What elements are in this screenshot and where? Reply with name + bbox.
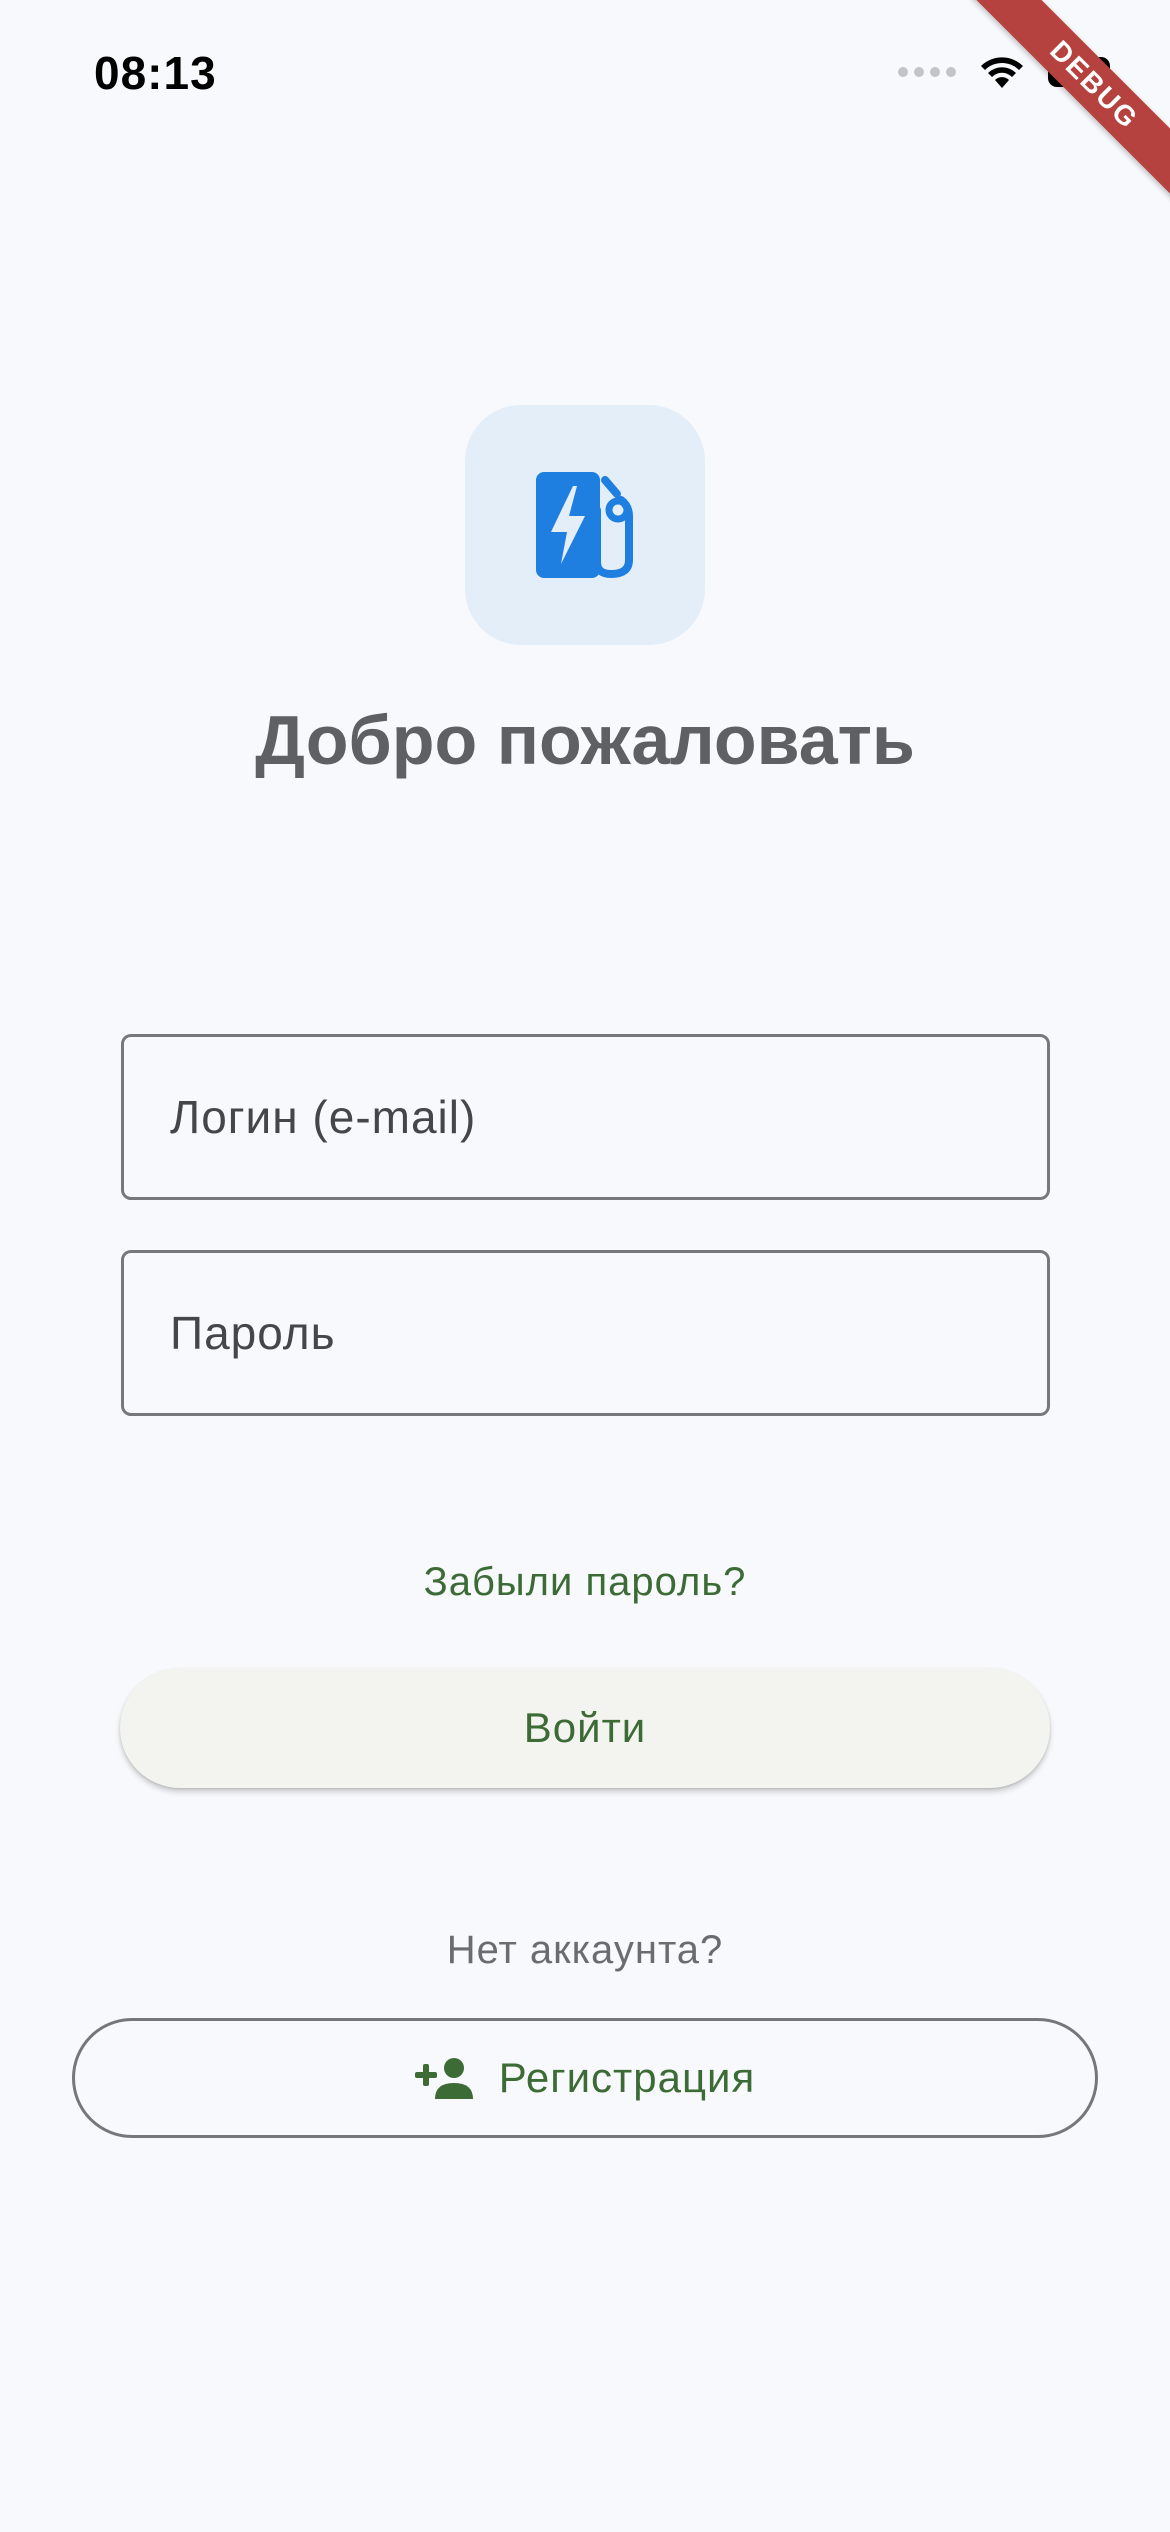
person-add-icon: [414, 2058, 473, 2099]
login-field[interactable]: [121, 1034, 1050, 1200]
ev-charging-station-icon: [536, 472, 633, 579]
register-button[interactable]: Регистрация: [72, 2018, 1098, 2138]
login-screen: 08:13 DEBUG Добро пожаловать Логин (e-ma…: [0, 0, 1170, 2532]
login-button[interactable]: Войти: [120, 1668, 1050, 1788]
app-logo: [465, 405, 705, 645]
status-time: 08:13: [94, 47, 217, 99]
forgot-password-link[interactable]: Забыли пароль?: [0, 1560, 1170, 1605]
wifi-icon: [978, 54, 1026, 90]
password-field[interactable]: [121, 1250, 1050, 1416]
no-account-label: Нет аккаунта?: [446, 1928, 724, 1972]
password-input[interactable]: [170, 1253, 1047, 1413]
signal-dots-icon: [898, 67, 956, 77]
login-input[interactable]: [170, 1037, 1047, 1197]
debug-banner: DEBUG: [971, 0, 1170, 208]
page-title: Добро пожаловать: [255, 701, 915, 779]
register-button-label: Регистрация: [498, 2054, 756, 2101]
